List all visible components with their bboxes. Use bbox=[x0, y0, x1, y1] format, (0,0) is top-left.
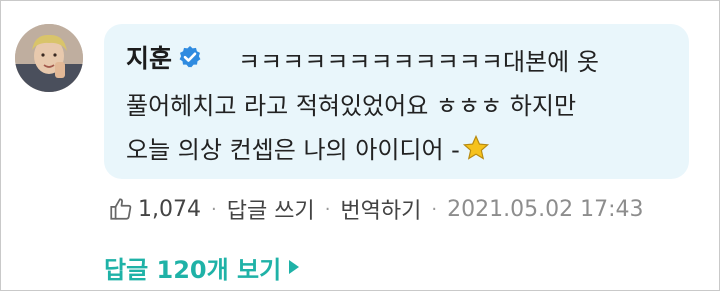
avatar-image bbox=[15, 24, 83, 92]
comment-bubble: 지훈 ㅋㅋㅋㅋㅋㅋㅋㅋㅋㅋㅋㅋ대본에 옷 풀어헤치고 라고 적혀있었어요 ㅎㅎㅎ… bbox=[104, 24, 689, 179]
separator-dot: · bbox=[431, 198, 438, 220]
verified-check-icon bbox=[178, 45, 202, 69]
reply-button[interactable]: 답글 쓰기 bbox=[227, 193, 315, 225]
comment-text-line-1: ㅋㅋㅋㅋㅋㅋㅋㅋㅋㅋㅋㅋ대본에 옷 bbox=[238, 48, 599, 76]
comment-text-line-3-text: 오늘 의상 컨셉은 나의 아이디어 - bbox=[126, 136, 460, 164]
separator-dot: · bbox=[210, 198, 217, 220]
comment-text-line-2: 풀어헤치고 라고 적혀있었어요 ㅎㅎㅎ 하지만 bbox=[126, 92, 577, 120]
author-name[interactable]: 지훈 bbox=[126, 39, 172, 75]
avatar[interactable] bbox=[15, 24, 83, 92]
author-row: 지훈 bbox=[126, 38, 202, 76]
thumbs-up-icon[interactable] bbox=[108, 196, 134, 222]
comment-meta-bar: 1,074 · 답글 쓰기 · 번역하기 · 2021.05.02 17:43 bbox=[108, 192, 643, 226]
separator-dot: · bbox=[324, 198, 331, 220]
comment-date: 2021.05.02 17:43 bbox=[447, 196, 644, 222]
comment-text-line-3: 오늘 의상 컨셉은 나의 아이디어 - bbox=[126, 130, 490, 168]
like-count: 1,074 bbox=[138, 196, 201, 222]
caret-right-icon bbox=[289, 260, 300, 274]
view-replies-button[interactable]: 답글 120개 보기 bbox=[104, 250, 300, 284]
view-replies-label: 답글 120개 보기 bbox=[104, 255, 282, 284]
star-icon bbox=[462, 134, 490, 168]
translate-button[interactable]: 번역하기 bbox=[340, 193, 421, 225]
